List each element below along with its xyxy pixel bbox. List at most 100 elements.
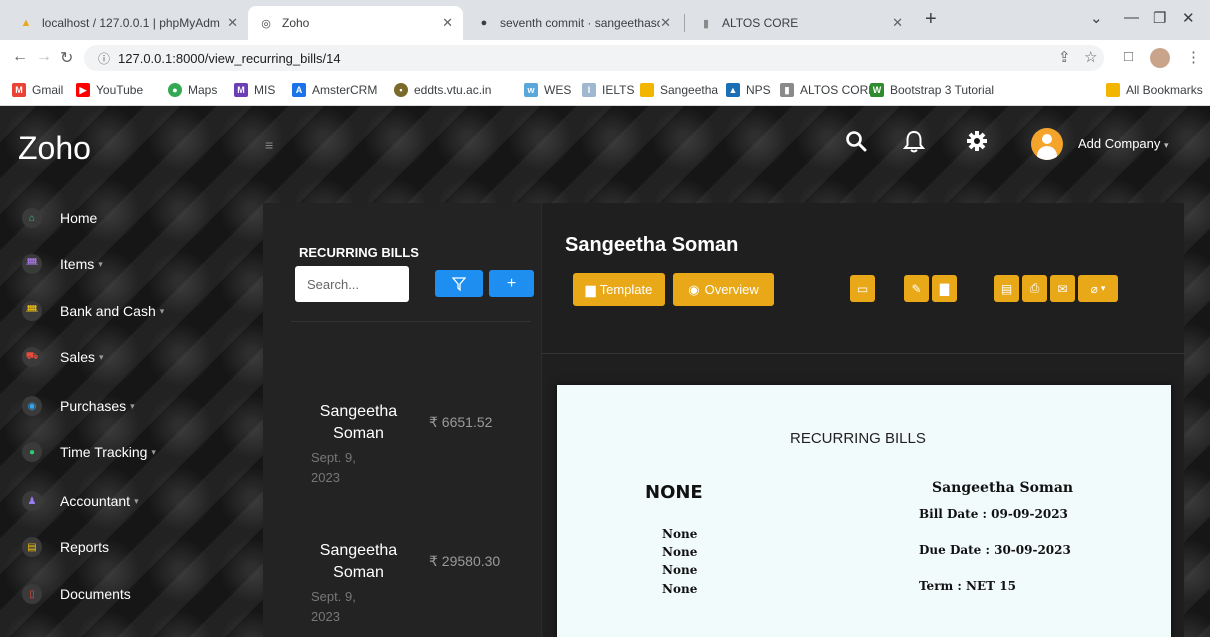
sidepanel-icon[interactable]: □ [1124,48,1133,65]
bookmark-label: Bootstrap 3 Tutorial [890,83,995,97]
sidebar-item-label: Sales [60,349,96,365]
sidebar-item-sales[interactable]: ⛟ Sales ▾ [22,347,104,367]
bookmark-altos-core[interactable]: ▮ ALTOS CORE [780,83,876,97]
wes-icon: w [524,83,538,97]
bookmark-maps[interactable]: ● Maps [168,83,217,97]
add-bill-button[interactable]: + [489,270,534,297]
sidebar-item-home[interactable]: ⌂ Home [22,208,101,228]
sidebar-item-documents[interactable]: ▯ Documents [22,584,131,604]
bookmarks-bar: M Gmail ▶ YouTube ● Maps M MIS A AmsterCRM • e… [0,76,1210,106]
tab-label: seventh commit · sangeethasom [500,16,660,30]
site-info-icon[interactable]: ⓘ [98,50,110,67]
search-input[interactable] [295,266,409,302]
brand-logo[interactable]: Zoho [18,130,91,167]
sidebar-item-label: Accountant [60,493,131,509]
bookmark-label: Gmail [32,83,64,97]
menu-kebab-icon[interactable]: ⋮ [1186,48,1201,66]
forward-icon[interactable]: → [36,48,52,66]
mis-icon: M [234,83,248,97]
reload-icon[interactable]: ↻ [60,48,73,68]
browser-toolbar: ← → ↻ ⓘ 127.0.0.1:8000/view_recurring_bi… [0,40,1210,76]
bookmark-label: Sangeetha [660,83,719,97]
bookmark-nps[interactable]: ▲ NPS [726,83,771,97]
bill-amount: ₹ 29580.30 [429,553,501,569]
tab-search-icon[interactable]: ⌄ [1090,9,1103,27]
hamburger-menu-icon[interactable]: ≡ [265,137,273,153]
template-label: Template [599,282,653,297]
plus-icon: + [506,274,517,292]
bookmark-bootstrap[interactable]: W Bootstrap 3 Tutorial [870,83,994,97]
user-avatar[interactable] [1031,128,1063,160]
comment-button[interactable]: ▭ [850,275,875,302]
search-icon[interactable] [845,130,867,158]
close-tab-icon[interactable]: ✕ [227,15,238,31]
close-tab-icon[interactable]: ✕ [660,15,671,31]
bookmark-amstercrm[interactable]: A AmsterCRM [292,83,377,97]
close-window-icon[interactable]: ✕ [1182,9,1195,27]
altos-icon: ▮ [702,17,710,30]
bill-date: Sept. 9, 2023 [311,450,356,485]
new-tab-icon[interactable]: + [925,8,937,31]
list-title: RECURRING BILLS [299,245,419,260]
bookmark-eddts[interactable]: • eddts.vtu.ac.in [394,83,491,97]
pencil-icon: ✎ [911,281,922,296]
all-bookmarks[interactable]: All Bookmarks [1106,83,1203,97]
sidebar-item-items[interactable]: ᚙ Items ▾ [22,254,103,274]
pdf-button[interactable]: ▤ [994,275,1019,302]
back-icon[interactable]: ← [12,48,28,66]
restore-icon[interactable]: ❐ [1153,9,1166,27]
bill-document: RECURRING BILLS NONE None None None None… [557,385,1171,637]
chevron-down-icon: ▾ [1100,283,1106,293]
tab-label: ALTOS CORE [722,16,799,30]
print-button[interactable]: ⎙ [1022,275,1047,302]
browser-tab-github[interactable]: ● seventh commit · sangeethasom ✕ [466,6,681,40]
globe-icon: ◎ [261,17,271,30]
bookmark-label: NPS [746,83,771,97]
browser-tab-altos[interactable]: ▮ ALTOS CORE ✕ [688,6,913,40]
bookmark-gmail[interactable]: M Gmail [12,83,63,97]
bookmark-label: Maps [188,83,218,97]
close-tab-icon[interactable]: ✕ [442,15,453,31]
browser-tab-zoho[interactable]: ◎ Zoho ✕ [248,6,463,40]
email-button[interactable]: ✉ [1050,275,1075,302]
sidebar-item-accountant[interactable]: ♟ Accountant ▾ [22,491,139,511]
minimize-icon[interactable]: — [1124,9,1139,26]
bookmark-youtube[interactable]: ▶ YouTube [76,83,143,97]
bookmark-label: ALTOS CORE [800,83,877,97]
overview-label: Overview [704,282,759,297]
sidebar-item-reports[interactable]: ▤ Reports [22,537,109,557]
sidebar-item-label: Bank and Cash [60,303,156,319]
close-tab-icon[interactable]: ✕ [892,15,903,31]
sidebar-item-label: Items [60,256,95,272]
bookmark-mis[interactable]: M MIS [234,83,275,97]
bookmark-wes[interactable]: w WES [524,83,571,97]
bill-customer-name: Sangeetha Soman [319,403,398,442]
filter-button[interactable] [435,270,483,297]
bookmark-star-icon[interactable]: ☆ [1084,48,1097,66]
chevron-down-icon: ▾ [130,400,135,411]
address-bar[interactable]: ⓘ 127.0.0.1:8000/view_recurring_bills/14 [84,45,1104,71]
user-icon: ♟ [22,491,42,511]
address-url: 127.0.0.1:8000/view_recurring_bills/14 [118,50,341,66]
add-company-dropdown[interactable]: Add Company ▾ [1078,136,1169,151]
edit-button[interactable]: ✎ [904,275,929,302]
template-button[interactable]: ▆ Template [573,273,665,306]
attach-dropdown-button[interactable]: ⌀ ▾ [1078,275,1118,302]
delete-button[interactable]: ▇ [932,275,957,302]
sidebar-item-time-tracking[interactable]: ● Time Tracking ▾ [22,442,156,462]
bell-icon[interactable] [902,130,926,160]
bookmark-ielts[interactable]: I IELTS [582,83,634,97]
items-icon: ᚙ [22,254,42,274]
share-icon[interactable]: ⇪ [1058,48,1071,66]
amstercrm-icon: A [292,83,306,97]
overview-button[interactable]: ◉ Overview [673,273,774,306]
bill-amount: ₹ 6651.52 [429,414,493,430]
browser-tab-phpmyadmin[interactable]: ▲ localhost / 127.0.0.1 | phpMyAdm ✕ [8,6,248,40]
bookmark-sangeetha[interactable]: Sangeetha [640,83,718,97]
sidebar-item-purchases[interactable]: ◉ Purchases ▾ [22,396,135,416]
bookmark-label: MIS [254,83,276,97]
home-icon: ⌂ [22,208,42,228]
profile-avatar[interactable] [1150,48,1170,68]
gear-icon[interactable] [966,130,988,158]
sidebar-item-bank-and-cash[interactable]: ᚙ Bank and Cash ▾ [22,301,164,321]
